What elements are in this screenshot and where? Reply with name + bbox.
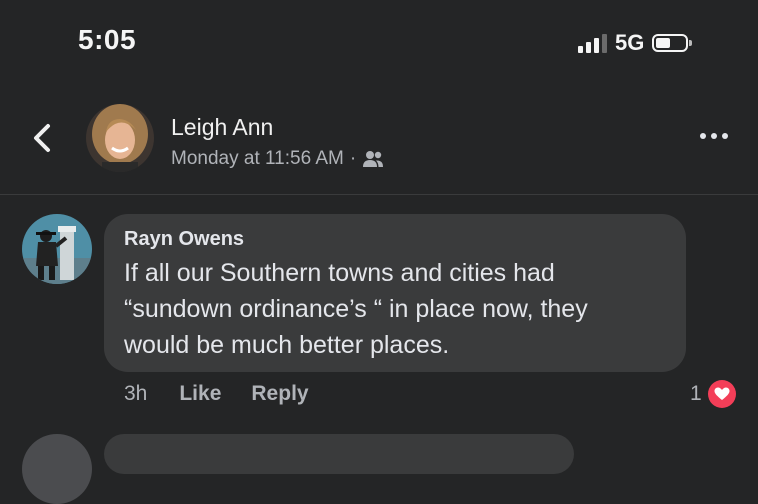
more-options-icon[interactable] xyxy=(700,133,728,139)
next-comment-bubble[interactable] xyxy=(104,434,574,474)
reaction-summary[interactable]: 1 xyxy=(690,380,736,408)
battery-icon xyxy=(652,34,693,52)
comment-actions: 3h Like Reply xyxy=(124,382,309,406)
comment-age: 3h xyxy=(124,382,148,405)
comment-text-line: “sundown ordinance’s “ in place now, the… xyxy=(124,295,588,323)
status-time: 5:05 xyxy=(78,24,137,55)
author-avatar[interactable] xyxy=(86,104,154,172)
status-indicators: 5G xyxy=(578,30,693,56)
comment-author-name[interactable]: Rayn Owens xyxy=(124,228,666,251)
comment-text-line: If all our Southern towns and cities had xyxy=(124,259,555,287)
comment-bubble[interactable]: Rayn Owens If all our Southern towns and… xyxy=(104,214,686,372)
post-author-name[interactable]: Leigh Ann xyxy=(171,114,273,141)
like-button[interactable]: Like xyxy=(179,382,221,406)
post-meta: Monday at 11:56 AM · xyxy=(171,148,384,170)
commenter-avatar[interactable] xyxy=(22,214,92,284)
reply-button[interactable]: Reply xyxy=(251,382,308,406)
next-commenter-avatar[interactable] xyxy=(22,434,92,504)
network-type: 5G xyxy=(615,30,645,55)
friends-icon xyxy=(363,151,384,167)
meta-separator: · xyxy=(349,148,357,169)
signal-icon xyxy=(578,33,607,53)
heart-icon xyxy=(707,380,736,408)
comment-text-line: would be much better places. xyxy=(124,331,450,359)
reaction-count: 1 xyxy=(690,382,702,405)
post-timestamp[interactable]: Monday at 11:56 AM xyxy=(171,148,344,170)
header-divider xyxy=(0,194,758,195)
back-icon[interactable] xyxy=(28,120,56,156)
